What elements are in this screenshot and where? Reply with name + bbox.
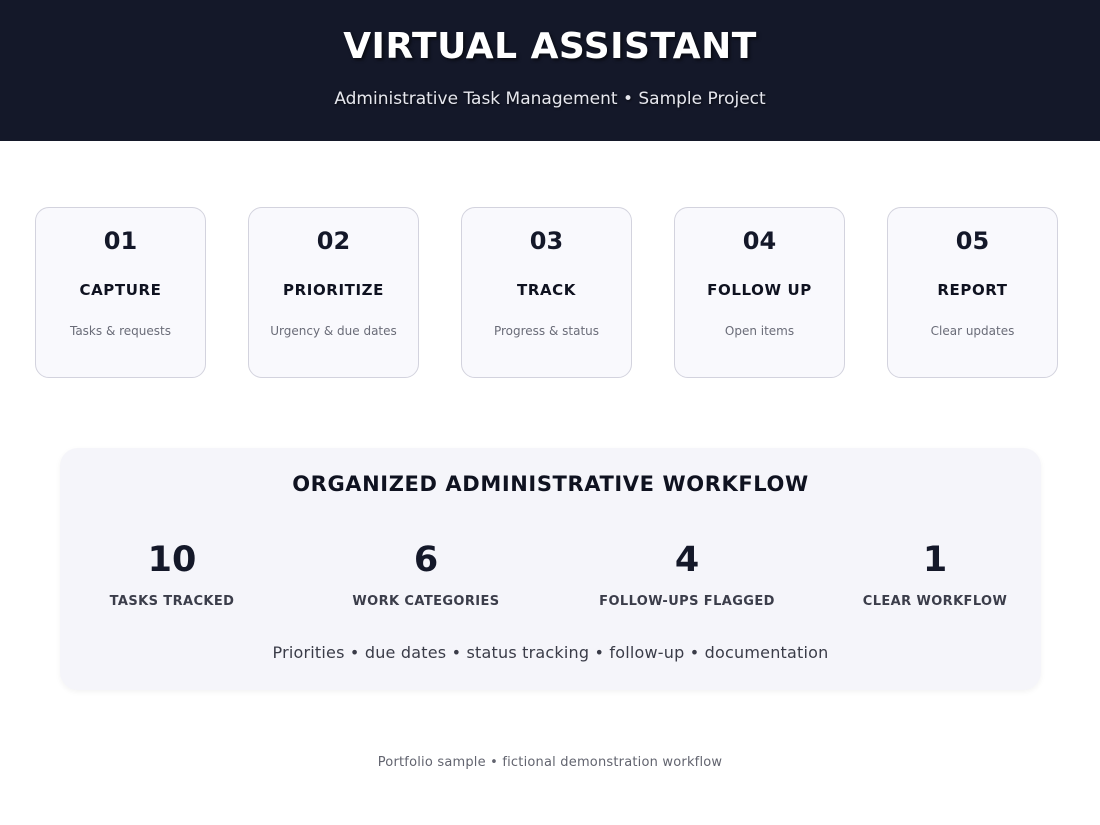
stat-value: 1 (922, 540, 948, 580)
step-card-capture: 01 CAPTURE Tasks & requests (35, 207, 206, 378)
stat-work-categories: 6 WORK CATEGORIES (296, 538, 556, 609)
step-number: 05 (955, 227, 990, 255)
stat-label: TASKS TRACKED (109, 594, 235, 609)
step-card-track: 03 TRACK Progress & status (461, 207, 632, 378)
step-card-follow-up: 04 FOLLOW UP Open items (674, 207, 845, 378)
step-number: 03 (529, 227, 564, 255)
workflow-summary-panel: ORGANIZED ADMINISTRATIVE WORKFLOW 10 TAS… (60, 448, 1041, 690)
stat-clear-workflow: 1 CLEAR WORKFLOW (805, 538, 1065, 609)
step-title: CAPTURE (79, 281, 162, 299)
step-description: Progress & status (493, 324, 600, 338)
step-description: Open items (724, 324, 795, 338)
stat-label: WORK CATEGORIES (352, 594, 500, 609)
step-card-prioritize: 02 PRIORITIZE Urgency & due dates (248, 207, 419, 378)
step-description: Tasks & requests (69, 324, 171, 338)
step-number: 02 (316, 227, 351, 255)
stat-follow-ups-flagged: 4 FOLLOW-UPS FLAGGED (557, 538, 817, 609)
step-title: TRACK (516, 281, 577, 299)
stat-tasks-tracked: 10 TASKS TRACKED (42, 538, 302, 609)
page-title: VIRTUAL ASSISTANT (343, 26, 757, 67)
stat-value: 4 (674, 540, 700, 580)
footer-note: Portfolio sample • fictional demonstrati… (377, 755, 723, 770)
step-number: 04 (742, 227, 777, 255)
step-description: Urgency & due dates (270, 324, 397, 338)
page-subtitle: Administrative Task Management • Sample … (334, 89, 766, 109)
summary-title: ORGANIZED ADMINISTRATIVE WORKFLOW (292, 472, 809, 496)
stat-value: 6 (413, 540, 439, 580)
step-title: PRIORITIZE (283, 281, 384, 299)
step-description: Clear updates (930, 324, 1015, 338)
summary-tags: Priorities • due dates • status tracking… (272, 643, 829, 662)
step-title: FOLLOW UP (707, 281, 812, 299)
header-banner: VIRTUAL ASSISTANT Administrative Task Ma… (0, 0, 1100, 141)
step-title: REPORT (937, 281, 1008, 299)
stat-label: FOLLOW-UPS FLAGGED (599, 594, 775, 609)
stat-label: CLEAR WORKFLOW (862, 594, 1008, 609)
stat-value: 10 (147, 540, 197, 580)
step-number: 01 (103, 227, 138, 255)
step-card-report: 05 REPORT Clear updates (887, 207, 1058, 378)
